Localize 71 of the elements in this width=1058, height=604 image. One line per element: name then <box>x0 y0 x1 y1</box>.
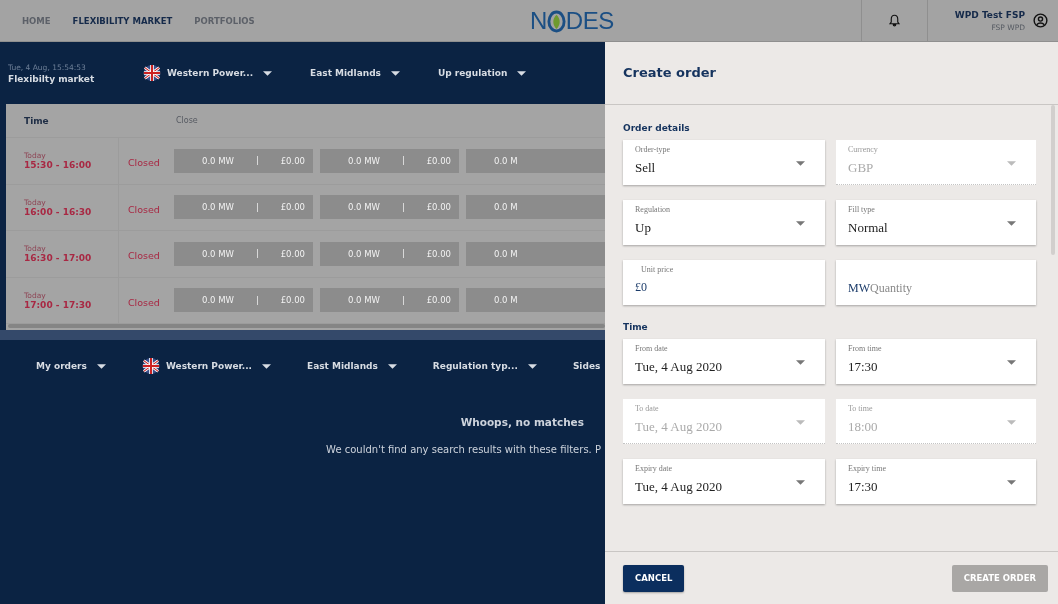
status-text: Closed <box>127 296 160 308</box>
logo-icon <box>546 9 566 33</box>
order-cell[interactable]: 0.0 MW £0.00 <box>174 288 313 313</box>
select-field[interactable]: From date Tue, 4 Aug 2020 <box>623 339 825 384</box>
user-name: WPD Test FSP <box>954 9 1025 20</box>
filter-dropdown[interactable]: Western Power... <box>167 68 254 78</box>
order-cell[interactable]: 0.0 M <box>466 288 605 313</box>
filter-dropdown[interactable]: Sides <box>572 361 601 371</box>
input-field[interactable]: Unit price £0 <box>623 260 825 305</box>
panel-title: Create order <box>623 65 716 80</box>
column-header: Close <box>175 116 198 125</box>
logo-text: N <box>530 7 547 35</box>
caret-icon <box>263 70 273 76</box>
order-cell[interactable]: 0.0 MW £0.00 <box>174 241 313 266</box>
caret-icon <box>517 70 527 76</box>
order-cell[interactable]: 0.0 MW £0.00 <box>320 288 459 313</box>
caret-icon <box>1007 161 1016 166</box>
splitter-bar[interactable] <box>0 330 605 340</box>
select-field[interactable]: Expiry time 17:30 <box>836 459 1036 504</box>
order-cell[interactable]: 0.0 M <box>466 195 605 220</box>
order-cell[interactable]: 0.0 MW £0.00 <box>320 241 459 266</box>
nav-link[interactable]: FLEXIBILITY MARKET <box>72 15 173 26</box>
column-header: Time <box>23 115 50 126</box>
order-cell[interactable]: 0.0 M <box>466 241 605 266</box>
bell-icon <box>888 14 901 27</box>
status-text: Closed <box>127 203 160 215</box>
empty-title: Whoops, no matches <box>460 416 584 428</box>
order-cell[interactable]: 0.0 MW £0.00 <box>174 195 313 220</box>
logo-text: DES <box>565 7 614 35</box>
filter-dropdown[interactable]: Western Power... <box>165 361 252 371</box>
caret-icon <box>1007 420 1016 425</box>
caret-icon <box>1007 480 1016 485</box>
market-title: Flexibilty market <box>8 73 96 84</box>
caret-icon <box>796 480 805 485</box>
filter-dropdown[interactable]: East Midlands <box>310 68 381 78</box>
caret-icon <box>390 70 400 76</box>
caret-icon <box>1007 221 1016 226</box>
section-title: Time <box>623 322 649 332</box>
cancel-button[interactable]: CANCEL <box>623 564 685 592</box>
order-cell[interactable]: 0.0 M <box>466 148 605 173</box>
order-cell[interactable]: 0.0 MW £0.00 <box>320 148 459 173</box>
order-cell[interactable]: 0.0 MW £0.00 <box>320 195 459 220</box>
select-field[interactable]: Order-type Sell <box>623 140 825 185</box>
filter-dropdown[interactable]: Up regulation <box>437 68 508 78</box>
filter-dropdown[interactable]: East Midlands <box>307 361 378 371</box>
caret-icon <box>796 161 805 166</box>
caret-icon <box>1007 360 1016 365</box>
caret-icon <box>796 360 805 365</box>
select-field[interactable]: From time 17:30 <box>836 339 1036 384</box>
caret-icon <box>387 363 397 369</box>
input-field[interactable]: MWQuantity <box>836 260 1036 305</box>
section-title: Order details <box>623 123 691 133</box>
select-field[interactable]: Fill type Normal <box>836 200 1036 245</box>
select-field[interactable]: Regulation Up <box>623 200 825 245</box>
select-field[interactable]: Expiry date Tue, 4 Aug 2020 <box>623 459 825 504</box>
filter-dropdown[interactable]: My orders <box>36 361 87 371</box>
caret-icon <box>96 363 106 369</box>
caret-icon <box>796 221 805 226</box>
status-text: Closed <box>127 157 160 169</box>
caret-icon <box>527 363 537 369</box>
order-cell[interactable]: 0.0 MW £0.00 <box>174 148 313 173</box>
status-text: Closed <box>127 250 160 262</box>
time-slot: 16:30 - 17:00 <box>24 253 118 264</box>
filter-dropdown[interactable]: Regulation typ... <box>432 361 518 371</box>
time-slot: 16:00 - 16:30 <box>24 206 118 217</box>
time-slot: 17:00 - 17:30 <box>24 299 118 310</box>
account-icon[interactable] <box>1033 13 1048 28</box>
time-slot: 15:30 - 16:00 <box>24 160 118 171</box>
caret-icon <box>262 363 271 369</box>
caret-icon <box>796 420 805 425</box>
empty-message: We couldn't find any search results with these filters. P <box>326 444 601 455</box>
